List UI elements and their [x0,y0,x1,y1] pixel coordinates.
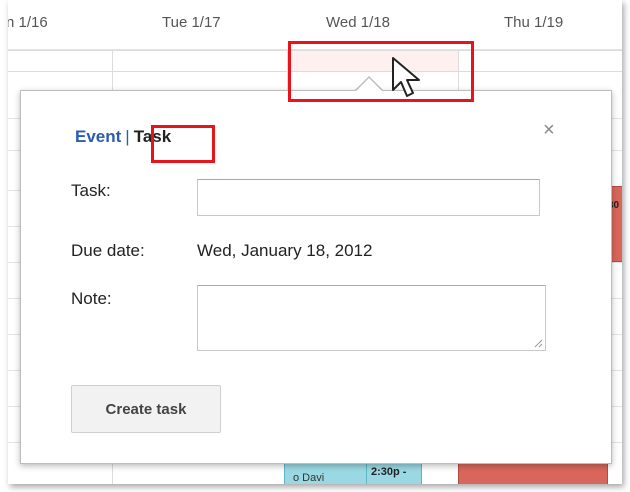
allday-cell-thu[interactable] [458,50,622,72]
resize-grip-icon[interactable] [534,339,543,348]
task-label: Task: [71,181,111,200]
highlight-box-wed-allday [288,41,474,102]
task-title-input[interactable] [197,179,540,216]
highlight-box-task-tab [151,125,215,163]
tab-event[interactable]: Event [75,127,121,146]
day-header-wed[interactable]: Wed 1/18 [326,14,390,31]
allday-cell-tue[interactable] [112,50,288,72]
close-icon[interactable]: × [543,119,555,142]
mouse-pointer-icon [392,57,420,97]
tab-separator: | [125,127,130,146]
event-title-fragment: o Davi [293,472,325,484]
event-time-label: 2:30p - [371,466,407,478]
day-header-tue[interactable]: Tue 1/17 [162,14,221,31]
calendar-event-red-bottom[interactable] [458,462,608,484]
screenshot-frame: n 1/16 Tue 1/17 Wed 1/18 Thu 1/19 30 o D… [8,0,622,484]
note-textarea[interactable] [197,285,546,351]
allday-cell-mon[interactable] [8,50,113,72]
quick-add-popup: Event | Task × Task: Due date: Wed, Januar… [20,90,612,464]
due-date-label: Due date: [71,241,145,260]
day-header-mon[interactable]: n 1/16 [8,14,48,31]
calendar-event-teal[interactable]: o Davi [284,462,368,484]
create-task-button[interactable]: Create task [71,385,221,433]
due-date-value: Wed, January 18, 2012 [197,241,373,260]
calendar-event-teal-time[interactable]: 2:30p - [366,462,422,484]
day-header-thu[interactable]: Thu 1/19 [504,14,563,31]
note-label: Note: [71,289,112,308]
